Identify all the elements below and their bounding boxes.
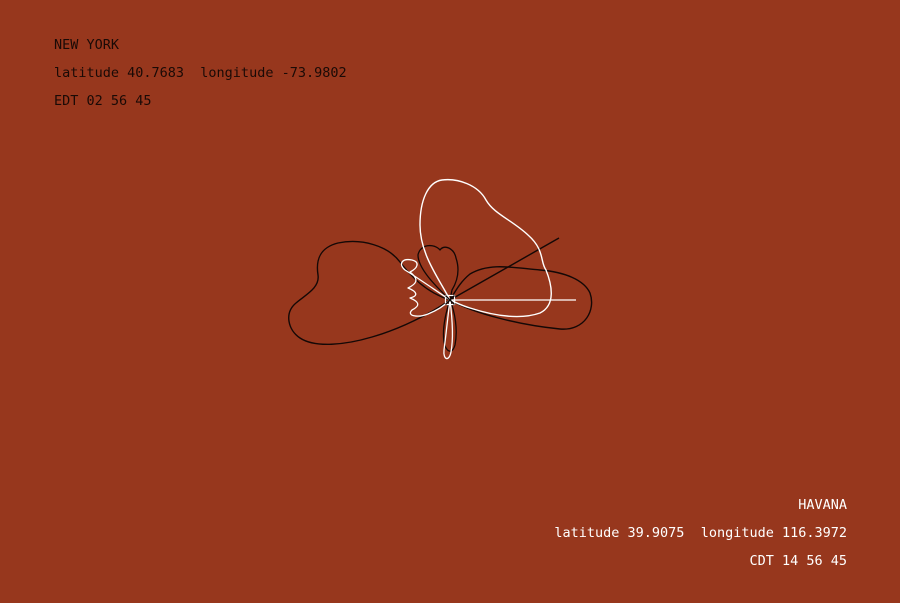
city-a-clock-hand	[449, 237, 560, 301]
city-b-time: CDT 14 56 45	[749, 553, 847, 569]
city-b-info: HAVANA latitude 39.9075 longitude 116.39…	[554, 491, 847, 575]
city-b-coordinates: latitude 39.9075 longitude 116.3972	[554, 525, 847, 541]
city-b-name: HAVANA	[798, 497, 847, 513]
